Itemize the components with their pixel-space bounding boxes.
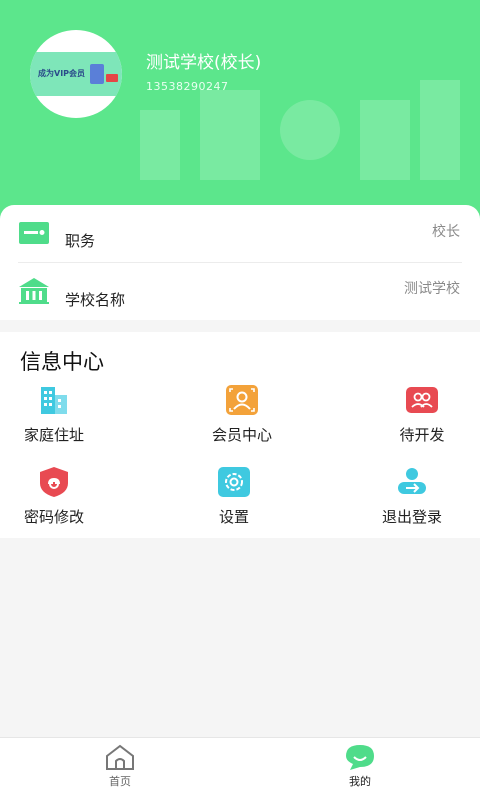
id-card-icon	[19, 222, 49, 244]
vip-banner-text: 成为VIP会员	[38, 69, 86, 78]
info-label: 学校名称	[65, 291, 126, 309]
users-icon	[406, 387, 438, 413]
vip-tag-graphic	[106, 74, 118, 82]
grid-item-pending[interactable]: 待开发	[362, 384, 480, 450]
shield-lock-icon	[40, 467, 68, 497]
gear-icon	[218, 467, 250, 497]
profile-chat-icon	[346, 745, 374, 770]
bottom-tab-bar: 首页 我的	[0, 737, 480, 800]
grid-item-label: 退出登录	[381, 508, 442, 526]
user-phone: 13538290247	[146, 80, 229, 93]
grid-item-label: 家庭住址	[23, 426, 84, 444]
logout-user-icon	[398, 468, 426, 494]
school-building-icon	[19, 278, 49, 304]
tab-label: 首页	[109, 775, 131, 788]
grid-item-label: 待开发	[399, 426, 445, 444]
info-card: 职务 校长 学校名称 测试学校	[0, 205, 480, 320]
tab-label: 我的	[349, 775, 371, 788]
info-row-position[interactable]: 职务 校长	[18, 205, 462, 263]
info-row-school[interactable]: 学校名称 测试学校	[18, 263, 462, 321]
info-label: 职务	[65, 232, 96, 250]
tab-home[interactable]: 首页	[60, 738, 180, 800]
info-value: 测试学校	[404, 281, 460, 297]
grid-item-label: 设置	[218, 508, 249, 526]
grid-item-change-password[interactable]: 密码修改	[0, 466, 114, 532]
section-title: 信息中心	[20, 350, 104, 374]
tab-mine[interactable]: 我的	[300, 738, 420, 800]
building-icon	[41, 387, 67, 414]
user-name: 测试学校(校长)	[146, 53, 262, 73]
info-value: 校长	[432, 224, 460, 240]
info-center-section: 信息中心 家庭住址 会员中心 待开发 密码修改 设置 退出登录	[0, 332, 480, 538]
grid-item-home-address[interactable]: 家庭住址	[0, 384, 114, 450]
vip-card-graphic	[90, 64, 104, 84]
member-card-icon	[226, 385, 258, 415]
avatar[interactable]: 成为VIP会员	[30, 30, 122, 118]
grid-item-member-center[interactable]: 会员中心	[182, 384, 302, 450]
profile-header: 成为VIP会员 测试学校(校长) 13538290247	[0, 0, 480, 230]
grid-item-settings[interactable]: 设置	[174, 466, 294, 532]
grid-item-logout[interactable]: 退出登录	[352, 466, 472, 532]
grid-item-label: 密码修改	[23, 508, 84, 526]
home-icon	[106, 744, 134, 770]
grid-item-label: 会员中心	[211, 426, 272, 444]
